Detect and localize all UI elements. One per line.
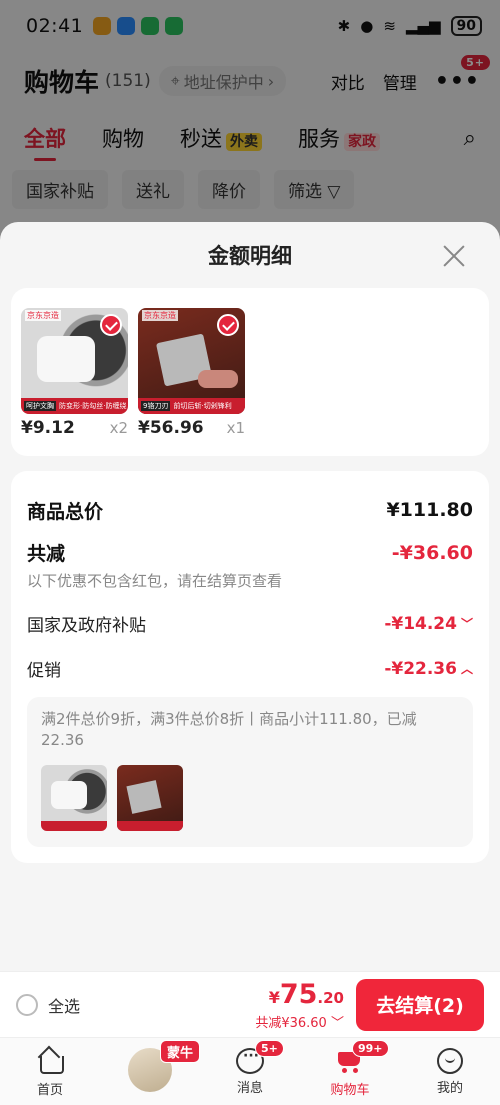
select-all-radio[interactable] — [16, 993, 38, 1016]
price-summary-card: 商品总价 ¥111.80 共减 -¥36.60 以下优惠不包含红包，请在结算页查… — [11, 471, 489, 863]
nav-me-label: 我的 — [436, 1080, 463, 1096]
discount-row: 共减 -¥36.60 — [27, 539, 473, 566]
nav-messages[interactable]: 消息 5+ — [200, 1038, 300, 1105]
amount-detail-sheet: 金额明细 京东京造 呵护文胸 防变形·防勾丝·防缠绕 ¥9.12 x2 京东京造… — [0, 222, 500, 971]
product-price: ¥9.12 — [21, 418, 75, 438]
nav-messages-label: 消息 — [236, 1080, 263, 1096]
discount-label: 共减 — [27, 543, 66, 565]
promo-value: -¥22.36 — [384, 658, 457, 679]
cart-badge: 99+ — [352, 1040, 389, 1057]
product-item[interactable]: 京东京造 9铬刀刃 前切后斩·切剁锋利 ¥56.96 x1 — [138, 308, 245, 456]
brand-label: 京东京造 — [142, 310, 178, 321]
checked-icon — [100, 314, 122, 336]
product-item[interactable]: 京东京造 呵护文胸 防变形·防勾丝·防缠绕 ¥9.12 x2 — [21, 308, 128, 456]
selected-products-card: 京东京造 呵护文胸 防变形·防勾丝·防缠绕 ¥9.12 x2 京东京造 9铬刀刃… — [11, 288, 489, 456]
promo-detail-text: 满2件总价9折，满3件总价8折丨商品小计111.80，已减22.36 — [41, 710, 417, 749]
price-block[interactable]: ¥75.20 共减¥36.60 ﹀ — [255, 979, 344, 1031]
checked-icon — [217, 314, 239, 336]
checkout-button[interactable]: 去结算(2) — [356, 978, 484, 1031]
product-price: ¥56.96 — [138, 418, 204, 438]
checkout-total: ¥75.20 — [268, 978, 344, 1010]
sheet-title: 金额明细 — [208, 244, 292, 268]
chevron-down-icon: ﹀ — [330, 1015, 344, 1031]
messages-badge: 5+ — [255, 1040, 284, 1057]
chevron-down-icon: ﹀ — [460, 617, 473, 631]
subsidy-row[interactable]: 国家及政府补贴 -¥14.24 ﹀ — [27, 611, 473, 637]
total-row: 商品总价 ¥111.80 — [27, 471, 473, 529]
profile-icon — [437, 1047, 463, 1074]
promo-row[interactable]: 促销 -¥22.36 ︿ — [27, 656, 473, 682]
product-image: 京东京造 9铬刀刃 前切后斩·切剁锋利 — [138, 308, 245, 414]
sheet-header: 金额明细 — [0, 222, 500, 288]
home-icon — [35, 1046, 65, 1076]
nav-product-promo[interactable]: 蒙牛 — [100, 1038, 200, 1105]
promo-thumbnail — [117, 765, 183, 831]
product-promo-strip: 呵护文胸 防变形·防勾丝·防缠绕 — [21, 398, 128, 414]
product-qty: x2 — [109, 419, 128, 437]
nav-cart[interactable]: 购物车 99+ — [300, 1038, 400, 1105]
total-value: ¥111.80 — [386, 499, 473, 521]
discount-value: -¥36.60 — [391, 541, 473, 564]
promo-label: 促销 — [27, 661, 61, 681]
nav-home-label: 首页 — [36, 1082, 63, 1098]
nav-cart-label: 购物车 — [330, 1082, 370, 1098]
chevron-up-icon: ︿ — [460, 662, 473, 676]
subsidy-label: 国家及政府补贴 — [27, 616, 146, 636]
brand-label: 京东京造 — [25, 310, 61, 321]
subsidy-value: -¥14.24 — [384, 613, 457, 634]
nav-me[interactable]: 我的 — [400, 1038, 500, 1105]
product-image: 京东京造 呵护文胸 防变形·防勾丝·防缠绕 — [21, 308, 128, 414]
discount-note: 以下优惠不包含红包，请在结算页查看 — [27, 572, 283, 590]
bottom-nav: 首页 蒙牛 消息 5+ 购物车 99+ 我的 — [0, 1037, 500, 1105]
promo-detail-box: 满2件总价9折，满3件总价8折丨商品小计111.80，已减22.36 — [27, 697, 473, 847]
checkout-saved: 共减¥36.60 ﹀ — [255, 1015, 344, 1031]
checkout-bar: 全选 ¥75.20 共减¥36.60 ﹀ 去结算(2) — [0, 971, 500, 1037]
product-promo-strip: 9铬刀刃 前切后斩·切剁锋利 — [138, 398, 245, 414]
promo-thumbnail — [41, 765, 107, 831]
close-icon[interactable] — [442, 244, 466, 268]
promo-thumbnails — [41, 765, 459, 831]
product-qty: x1 — [226, 419, 245, 437]
select-all-label[interactable]: 全选 — [48, 993, 80, 1017]
product-promo-badge: 蒙牛 — [160, 1040, 200, 1063]
total-label: 商品总价 — [27, 500, 104, 523]
nav-home[interactable]: 首页 — [0, 1038, 100, 1105]
